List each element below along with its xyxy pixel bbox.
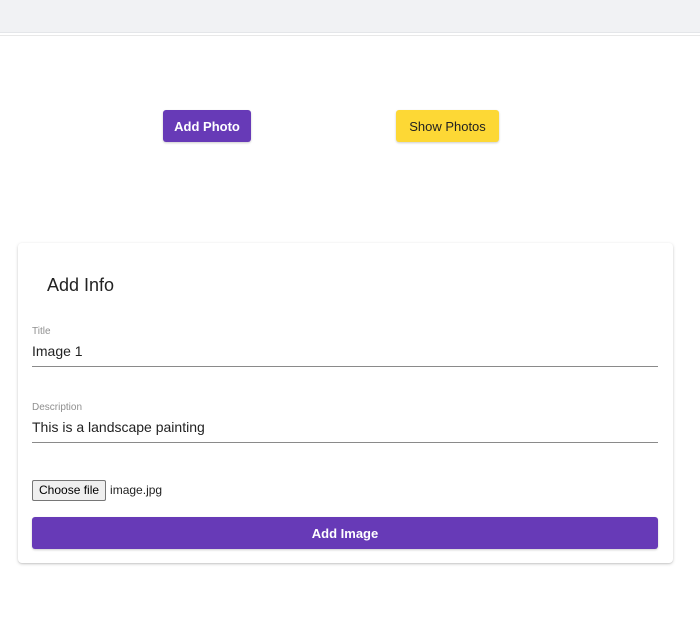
description-input[interactable] [32,419,658,435]
top-bar [0,0,700,33]
top-divider [0,35,700,36]
file-input[interactable]: Choose file image.jpg [32,479,163,501]
show-photos-button[interactable]: Show Photos [396,110,499,142]
description-field-label: Description [32,402,83,413]
add-photo-button[interactable]: Add Photo [163,110,251,142]
card-title: Add Info [47,275,115,295]
add-image-button[interactable]: Add Image [32,517,658,549]
title-input[interactable] [32,343,658,359]
title-field[interactable]: Title [32,326,658,367]
add-info-card: Add Info Title Description Choose file i… [18,243,673,563]
description-field[interactable]: Description [32,402,658,443]
file-name: image.jpg [110,483,163,497]
title-field-label: Title [32,326,51,337]
choose-file-button[interactable]: Choose file [32,479,107,501]
